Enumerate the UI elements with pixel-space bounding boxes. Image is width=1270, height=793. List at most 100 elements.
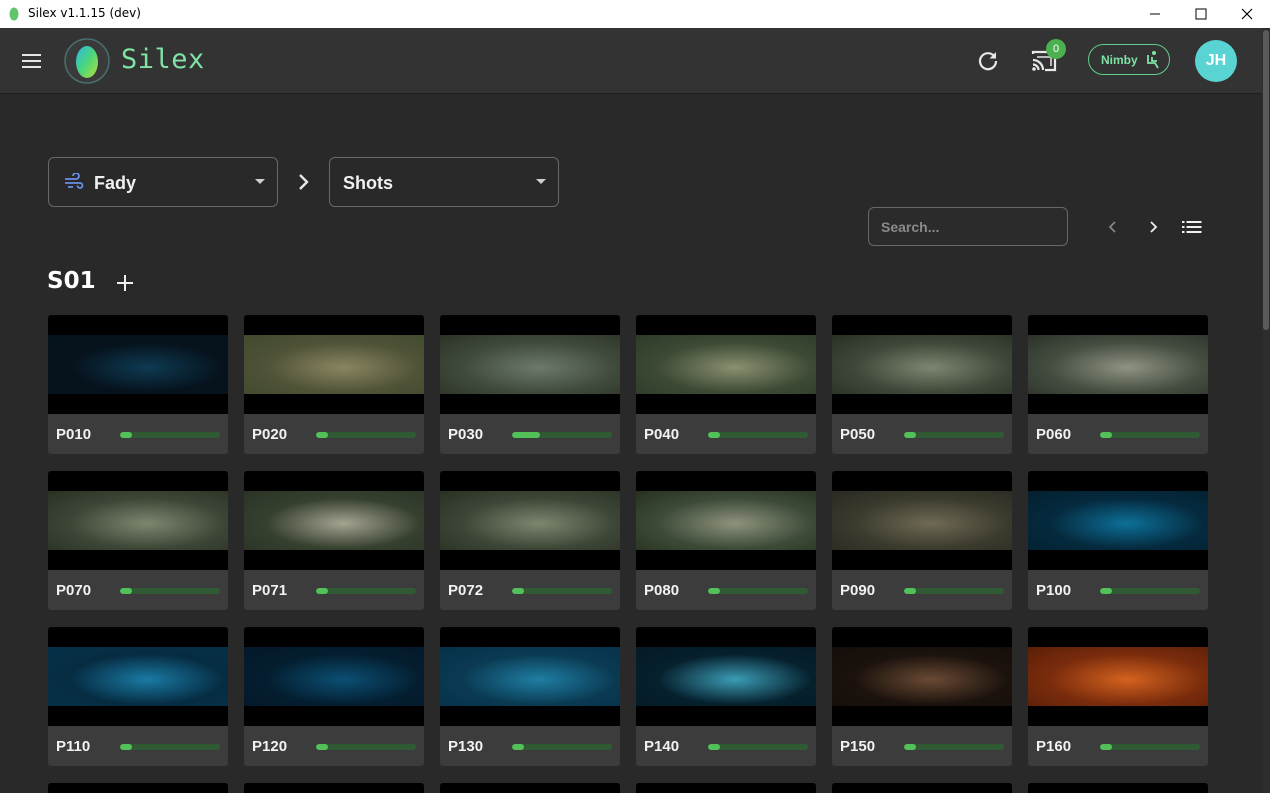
sequence-title: S01 (47, 268, 96, 294)
shot-progress-fill (904, 744, 916, 750)
shot-name: P020 (252, 426, 288, 443)
shot-progress-fill (708, 744, 720, 750)
shot-thumbnail-image (1028, 335, 1208, 394)
chevron-left-icon (1108, 221, 1116, 233)
shot-name: P060 (1036, 426, 1072, 443)
shot-card[interactable]: P140 (636, 627, 816, 766)
shot-card[interactable]: P030 (440, 315, 620, 454)
shot-progress-fill (316, 432, 328, 438)
shot-card[interactable]: P070 (48, 471, 228, 610)
shot-progress-bar (120, 744, 220, 750)
shot-progress-bar (512, 744, 612, 750)
shot-progress-fill (708, 588, 720, 594)
shot-thumbnail[interactable] (48, 315, 228, 414)
shot-name: P150 (840, 738, 876, 755)
shot-card[interactable]: P120 (244, 627, 424, 766)
shot-card[interactable]: P100 (1028, 471, 1208, 610)
project-select-value: Fady (94, 173, 137, 193)
category-select[interactable]: Shots (329, 157, 559, 207)
shot-card-partial[interactable] (636, 783, 816, 793)
shot-thumbnail[interactable] (48, 627, 228, 726)
cast-badge: 0 (1046, 39, 1066, 59)
shot-card[interactable]: P071 (244, 471, 424, 610)
add-icon[interactable] (114, 272, 136, 294)
shot-thumbnail-image (832, 335, 1012, 394)
shot-thumbnail[interactable] (1028, 315, 1208, 414)
shot-thumbnail[interactable] (636, 627, 816, 726)
shot-thumbnail[interactable] (48, 471, 228, 570)
refresh-icon[interactable] (975, 48, 1001, 74)
shot-card[interactable]: P110 (48, 627, 228, 766)
shot-thumbnail-image (440, 647, 620, 706)
shot-card[interactable]: P080 (636, 471, 816, 610)
shot-thumbnail-image (832, 647, 1012, 706)
shot-progress-bar (120, 588, 220, 594)
minimize-icon (1150, 13, 1160, 15)
shot-card[interactable]: P020 (244, 315, 424, 454)
window-title-bar: Silex v1.1.15 (dev) (0, 0, 1270, 28)
list-view-button[interactable] (1181, 216, 1203, 238)
shot-card-partial[interactable] (832, 783, 1012, 793)
shot-card-partial[interactable] (440, 783, 620, 793)
shot-thumbnail[interactable] (244, 471, 424, 570)
shot-card-partial[interactable] (1028, 783, 1208, 793)
shot-thumbnail-image (440, 335, 620, 394)
shot-thumbnail-image (244, 647, 424, 706)
chair-person-icon (1147, 51, 1159, 69)
nimby-toggle[interactable]: Nimby (1088, 44, 1170, 75)
chevron-down-icon (536, 179, 546, 184)
shot-name: P090 (840, 582, 876, 599)
shot-thumbnail[interactable] (1028, 627, 1208, 726)
shot-progress-fill (904, 588, 916, 594)
shot-progress-fill (512, 744, 524, 750)
close-icon (1241, 8, 1253, 20)
close-button[interactable] (1224, 0, 1270, 28)
shot-thumbnail[interactable] (832, 627, 1012, 726)
shot-name: P160 (1036, 738, 1072, 755)
project-select[interactable]: Fady (48, 157, 278, 207)
minimize-button[interactable] (1132, 0, 1178, 28)
shot-progress-fill (708, 432, 720, 438)
shot-card-partial[interactable] (244, 783, 424, 793)
chevron-down-icon (255, 179, 265, 184)
next-page-button[interactable] (1142, 216, 1164, 238)
shot-card[interactable]: P150 (832, 627, 1012, 766)
scrollbar-thumb[interactable] (1263, 30, 1269, 330)
shot-thumbnail[interactable] (440, 627, 620, 726)
shot-card[interactable]: P160 (1028, 627, 1208, 766)
shot-thumbnail[interactable] (1028, 471, 1208, 570)
shot-thumbnail[interactable] (244, 315, 424, 414)
shot-name: P040 (644, 426, 680, 443)
shot-card[interactable]: P060 (1028, 315, 1208, 454)
shot-progress-fill (120, 744, 132, 750)
shot-card[interactable]: P072 (440, 471, 620, 610)
shot-progress-bar (708, 744, 808, 750)
shot-thumbnail[interactable] (244, 627, 424, 726)
shot-card[interactable]: P040 (636, 315, 816, 454)
shot-thumbnail[interactable] (832, 315, 1012, 414)
shot-thumbnail[interactable] (832, 471, 1012, 570)
maximize-button[interactable] (1178, 0, 1224, 28)
shot-thumbnail-image (440, 491, 620, 550)
shot-thumbnail[interactable] (440, 471, 620, 570)
shot-progress-bar (120, 432, 220, 438)
shot-name: P072 (448, 582, 484, 599)
shot-progress-bar (512, 432, 612, 438)
shot-card[interactable]: P090 (832, 471, 1012, 610)
search-input[interactable] (868, 207, 1068, 246)
shot-card[interactable]: P050 (832, 315, 1012, 454)
shot-progress-fill (120, 588, 132, 594)
shot-progress-bar (904, 744, 1004, 750)
shot-progress-bar (512, 588, 612, 594)
shot-card-partial[interactable] (48, 783, 228, 793)
shot-thumbnail[interactable] (636, 471, 816, 570)
previous-page-button[interactable] (1102, 216, 1124, 238)
user-avatar[interactable]: JH (1195, 40, 1237, 82)
shot-thumbnail[interactable] (636, 315, 816, 414)
shot-card[interactable]: P130 (440, 627, 620, 766)
shot-card[interactable]: P010 (48, 315, 228, 454)
hamburger-menu-icon[interactable] (20, 50, 44, 72)
shot-progress-bar (1100, 588, 1200, 594)
shot-thumbnail[interactable] (440, 315, 620, 414)
shot-name: P080 (644, 582, 680, 599)
